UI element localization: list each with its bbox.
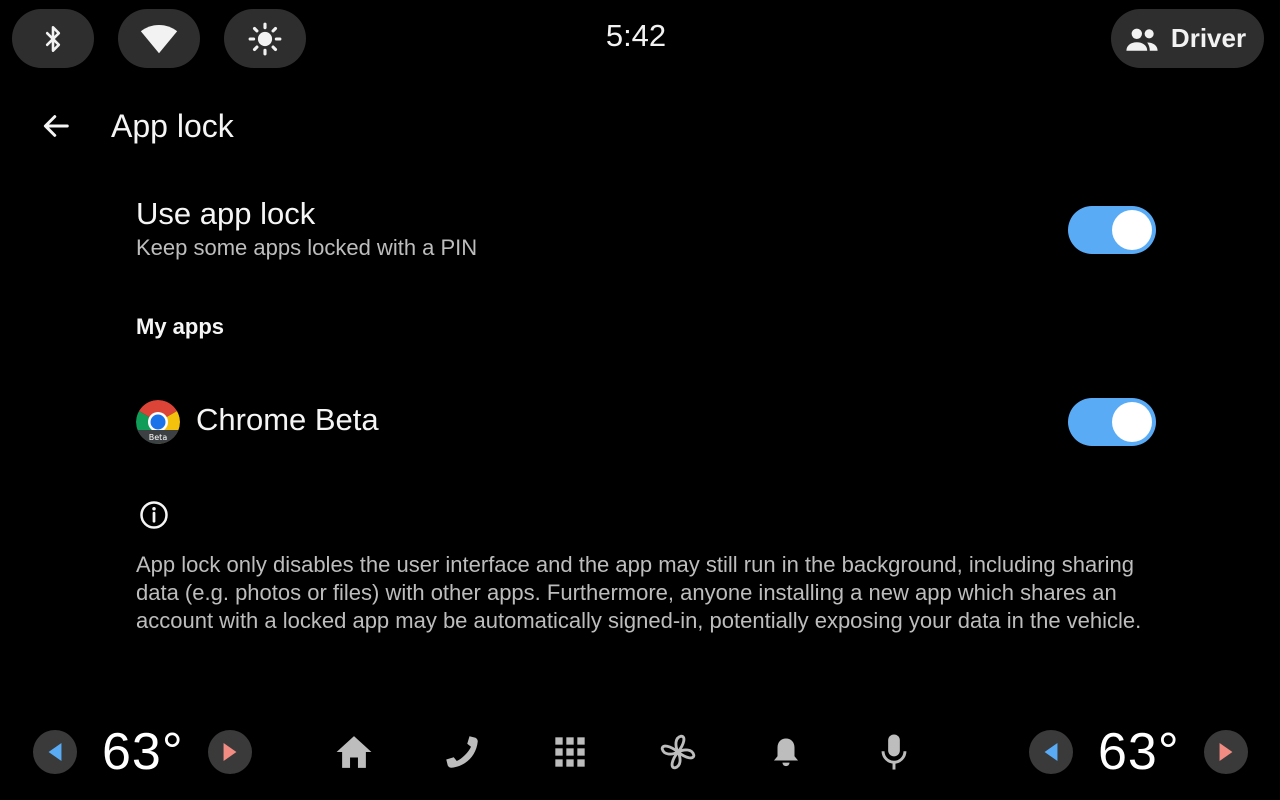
app-lock-info-text: App lock only disables the user interfac… — [136, 552, 1142, 633]
right-triangle-icon — [1219, 743, 1233, 761]
left-temperature[interactable]: 63° — [102, 722, 184, 782]
chrome-beta-app-icon: Beta — [136, 400, 180, 444]
home-button[interactable] — [332, 730, 376, 774]
page-title: App lock — [111, 108, 234, 144]
left-temp-decrease-button[interactable] — [33, 730, 77, 774]
right-temp-increase-button[interactable] — [1204, 730, 1248, 774]
switch-thumb — [1112, 210, 1152, 250]
info-icon — [140, 501, 168, 529]
use-app-lock-row[interactable]: Use app lock Keep some apps locked with … — [136, 194, 1156, 274]
left-triangle-icon — [48, 743, 62, 761]
switch-thumb — [1112, 402, 1152, 442]
brightness-icon — [248, 22, 282, 55]
bluetooth-button[interactable] — [12, 9, 94, 68]
bluetooth-icon — [45, 25, 61, 52]
wifi-button[interactable] — [118, 9, 200, 68]
app-row-chrome-beta[interactable]: Beta Chrome Beta — [136, 398, 1156, 448]
right-temperature[interactable]: 63° — [1098, 722, 1180, 782]
people-icon — [1126, 28, 1158, 51]
app-grid-button[interactable] — [548, 730, 592, 774]
user-switcher-button[interactable]: Driver — [1111, 9, 1264, 68]
microphone-icon — [881, 734, 907, 770]
left-temp-increase-button[interactable] — [208, 730, 252, 774]
back-button[interactable] — [28, 98, 84, 154]
chrome-beta-lock-switch[interactable] — [1068, 398, 1156, 446]
app-lock-screen: 5:42 Driver App lock Use app lock Keep s… — [0, 0, 1280, 800]
chrome-beta-icon-badge: Beta — [149, 433, 168, 442]
phone-button[interactable] — [440, 730, 484, 774]
right-temp-decrease-button[interactable] — [1029, 730, 1073, 774]
status-bar: 5:42 Driver — [0, 0, 1280, 78]
use-app-lock-title: Use app lock — [136, 196, 316, 231]
clock: 5:42 — [605, 18, 667, 53]
left-triangle-icon — [1044, 743, 1058, 761]
nav-bar: 63° 63° — [0, 718, 1280, 800]
back-arrow-icon — [43, 115, 69, 137]
wifi-icon — [140, 24, 178, 53]
right-triangle-icon — [223, 743, 237, 761]
hvac-fan-button[interactable] — [656, 730, 700, 774]
use-app-lock-summary: Keep some apps locked with a PIN — [136, 235, 478, 260]
voice-assistant-button[interactable] — [872, 730, 916, 774]
app-name-chrome-beta: Chrome Beta — [196, 402, 379, 437]
fan-icon — [660, 734, 696, 770]
home-icon — [336, 736, 372, 768]
use-app-lock-switch[interactable] — [1068, 206, 1156, 254]
notifications-icon — [773, 738, 799, 767]
phone-icon — [446, 736, 478, 768]
apps-grid-icon — [555, 737, 585, 767]
brightness-button[interactable] — [224, 9, 306, 68]
my-apps-category-title: My apps — [136, 314, 225, 339]
notifications-button[interactable] — [764, 730, 808, 774]
user-label: Driver — [1170, 23, 1247, 53]
